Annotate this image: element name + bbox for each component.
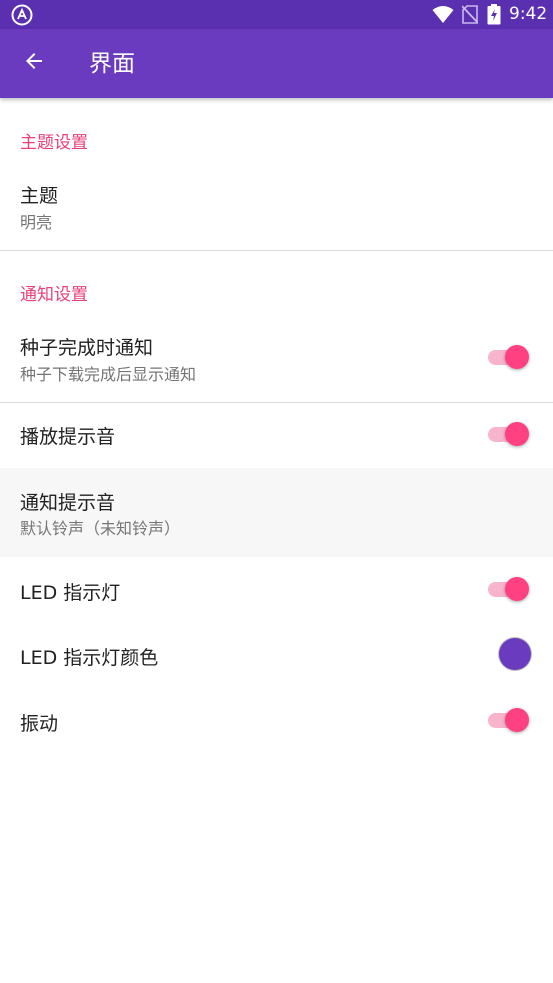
- pref-vibrate-title: 振动: [20, 713, 59, 735]
- back-button[interactable]: [14, 43, 54, 83]
- app-bar: 界面: [0, 29, 553, 98]
- pref-led[interactable]: LED 指示灯: [0, 557, 553, 622]
- switch-thumb: [505, 422, 529, 446]
- pref-notification-sound-summary: 默认铃声（未知铃声）: [20, 519, 181, 538]
- battery-charging-icon: [487, 4, 501, 25]
- pref-notification-sound[interactable]: 通知提示音 默认铃声（未知铃声）: [0, 468, 553, 557]
- pref-torrent-done-notify[interactable]: 种子完成时通知 种子下载完成后显示通知: [0, 320, 553, 402]
- switch-thumb: [505, 708, 529, 732]
- pref-torrent-done-summary: 种子下载完成后显示通知: [20, 365, 197, 384]
- pref-theme-summary: 明亮: [20, 213, 53, 232]
- vibrate-switch[interactable]: [488, 705, 530, 735]
- pref-led-title: LED 指示灯: [20, 582, 121, 604]
- switch-thumb: [505, 345, 529, 369]
- pref-play-sound[interactable]: 播放提示音: [0, 403, 553, 468]
- pref-theme-title: 主题: [20, 185, 59, 207]
- status-time: 9:42: [509, 4, 548, 24]
- section-header-theme: 主题设置: [20, 133, 88, 153]
- arrow-left-icon: [22, 49, 46, 77]
- led-color-swatch[interactable]: [499, 638, 531, 670]
- pref-notification-sound-title: 通知提示音: [20, 492, 116, 514]
- no-sim-icon: [461, 5, 479, 24]
- divider: [0, 250, 553, 251]
- play-sound-switch[interactable]: [488, 419, 530, 449]
- app-notification-icon: [11, 4, 33, 26]
- pref-play-sound-title: 播放提示音: [20, 426, 116, 448]
- pref-vibrate[interactable]: 振动: [0, 688, 553, 753]
- pref-torrent-done-title: 种子完成时通知: [20, 337, 154, 359]
- section-header-notifications: 通知设置: [20, 285, 88, 305]
- page-title: 界面: [89, 51, 135, 77]
- status-bar: 9:42: [0, 0, 553, 29]
- pref-theme[interactable]: 主题 明亮: [0, 168, 553, 250]
- pref-led-color-title: LED 指示灯颜色: [20, 647, 159, 669]
- torrent-done-switch[interactable]: [488, 342, 530, 372]
- led-switch[interactable]: [488, 574, 530, 604]
- wifi-icon: [432, 5, 454, 24]
- switch-thumb: [505, 577, 529, 601]
- pref-led-color[interactable]: LED 指示灯颜色: [0, 622, 553, 688]
